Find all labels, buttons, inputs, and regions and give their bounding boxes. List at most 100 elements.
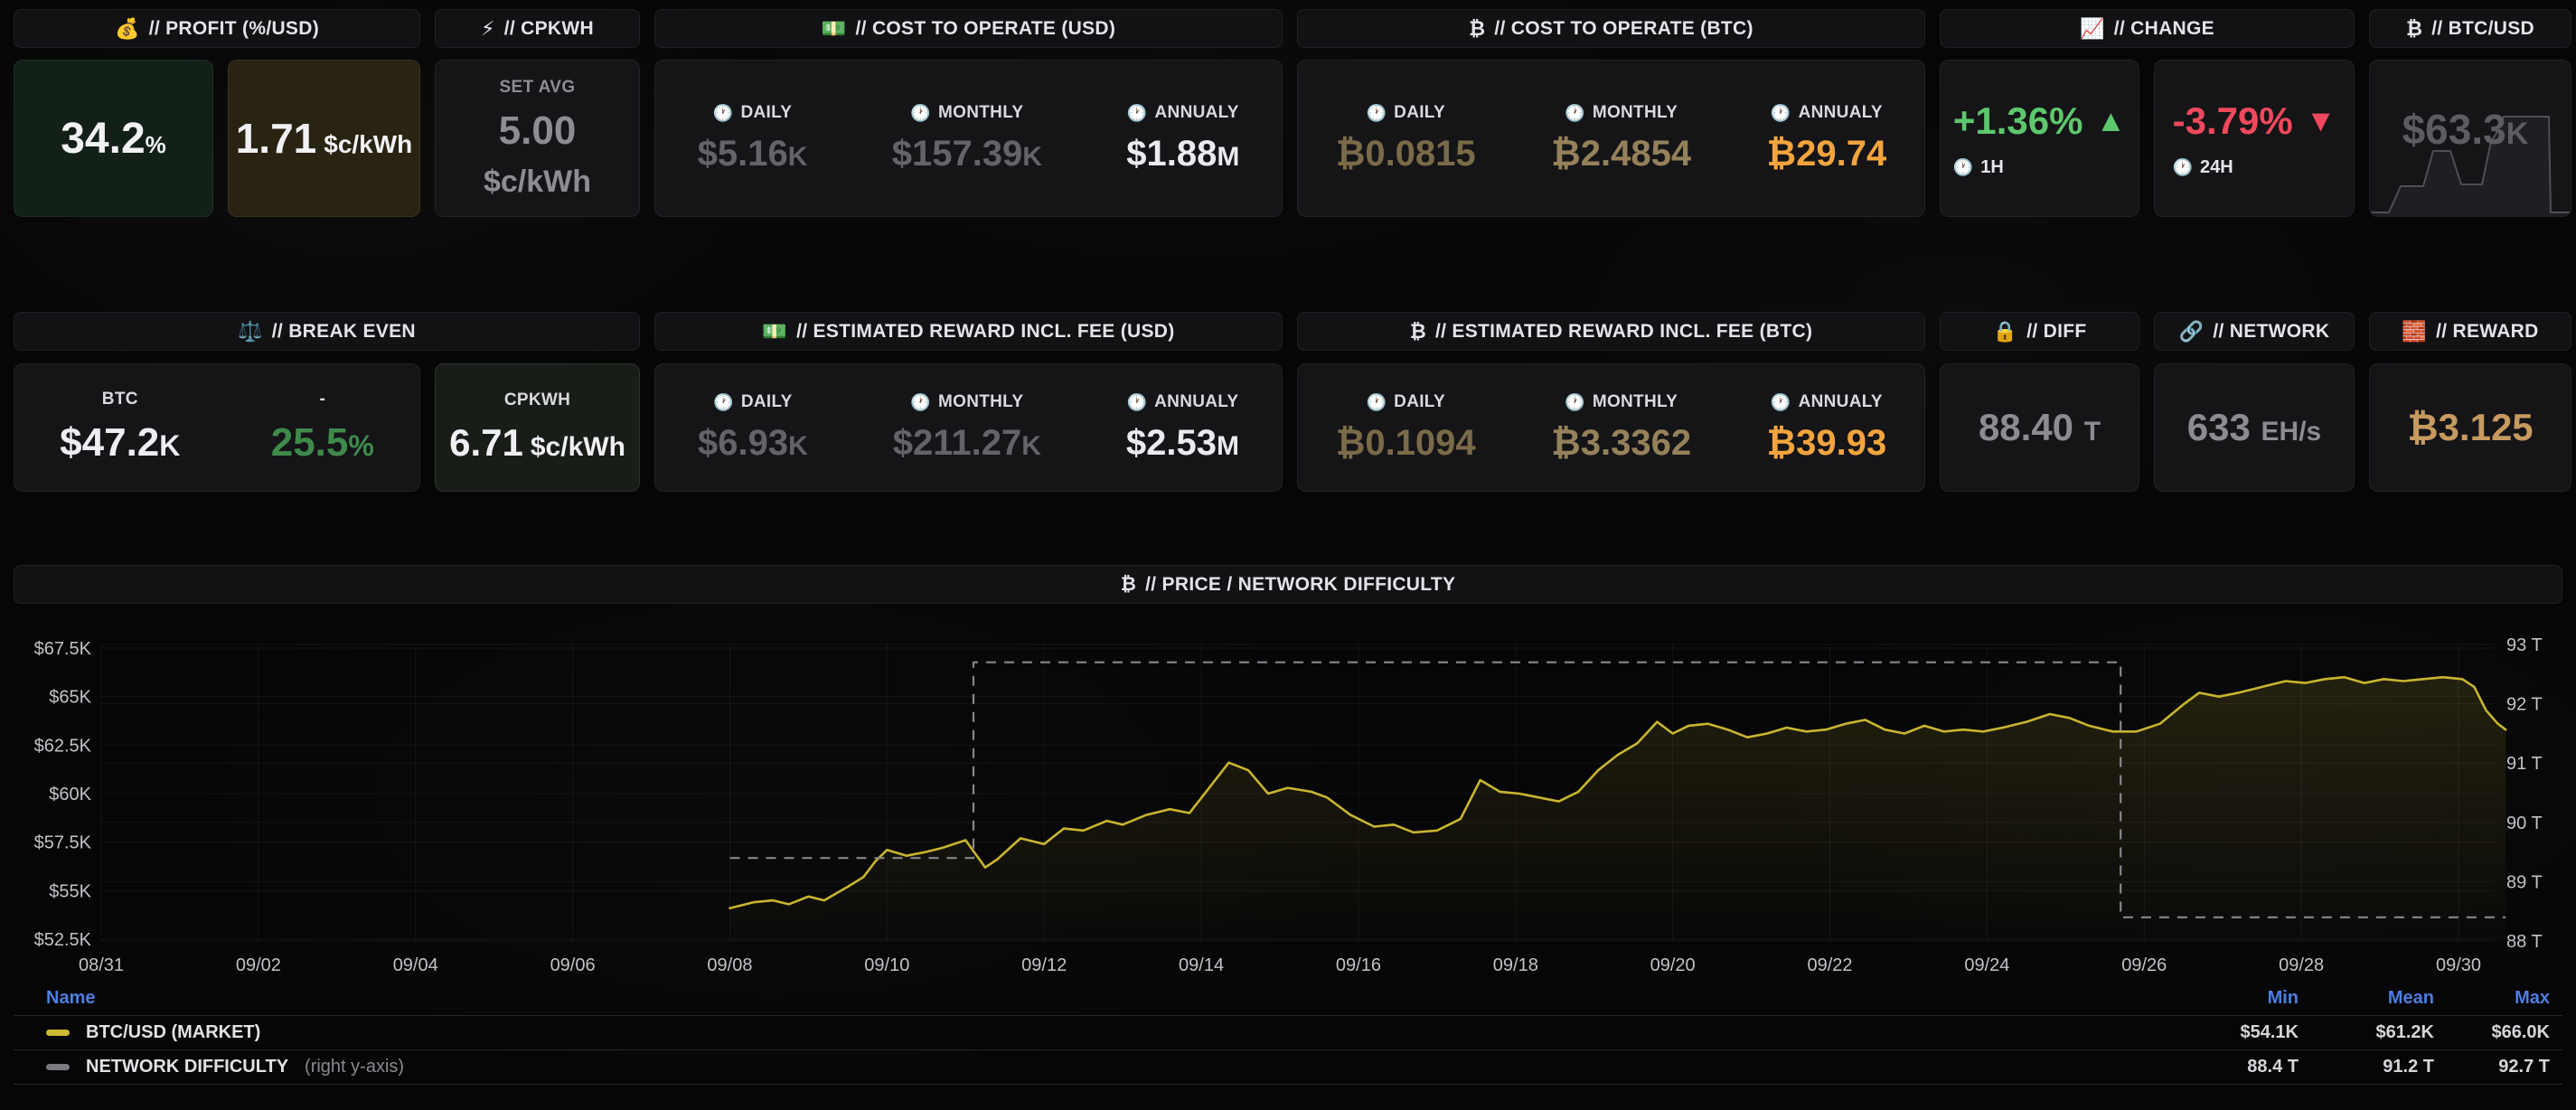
cost-btc-annualy-value: ₿29.74 [1767,134,1887,174]
chart-legend-table: Name Min Mean Max BTC/USD (MARKET) $54.1… [14,982,2562,1085]
breakeven-btc: BTC $47.2K [60,390,180,466]
diff-card: 88.40 T [1940,363,2139,492]
chart-header-label: // PRICE / NETWORK DIFFICULTY [1145,574,1455,596]
left-axis-tick: $52.5K [34,930,92,950]
link-icon: 🔗 [2179,322,2205,342]
set-avg-value: 5.00 [499,108,577,154]
balance-scale-icon: ⚖️ [238,322,263,342]
left-axis-tick: $57.5K [34,833,92,853]
price-difficulty-chart[interactable]: $67.5K$65K$62.5K$60K$57.5K$55K$52.5K93 T… [14,613,2562,976]
profit-cpkwh-card: 1.71$c/kWh [228,60,420,217]
cost-btc-daily: 🕐DAILY ₿0.0815 [1336,103,1476,174]
network-value: 633 EH/s [2187,406,2321,449]
series-color-swatch [46,1064,70,1070]
x-axis-tick: 09/02 [236,955,281,975]
legend-name-header: Name [46,988,2163,1009]
diff-header-bar: 🔒 // DIFF [1940,312,2139,351]
brick-icon: 🧱 [2402,322,2427,342]
right-axis-tick: 90 T [2506,814,2543,833]
lightning-icon: ⚡ [481,19,495,39]
set-avg-cpkwh-card: SET AVG 5.00 $c/kWh [435,60,640,217]
set-avg-label: SET AVG [499,78,575,98]
legend-max-value: 92.7 T [2434,1057,2550,1077]
network-header-bar: 🔗 // NETWORK [2154,312,2355,351]
est-usd-monthly-value: $211.27K [893,423,1041,464]
profit-header-bar: 💰 // PROFIT (%/USD) [14,9,420,48]
breakeven-cpkwh-card: CPKWH 6.71$c/kWh [435,363,640,492]
cost-usd-header-label: // COST TO OPERATE (USD) [856,18,1116,40]
clock-icon: 🕐 [713,394,734,410]
legend-min-header: Min [2163,988,2299,1009]
est-usd-header-bar: 💵 // ESTIMATED REWARD INCL. FEE (USD) [654,312,1283,351]
x-axis-tick: 09/26 [2121,955,2167,975]
change-24h-card: -3.79%▼ 🕐24H [2154,60,2355,217]
left-axis-tick: $60K [49,785,91,804]
row1-cards: 34.2% 1.71$c/kWh SET AVG 5.00 $c/kWh 🕐DA… [14,60,2571,217]
cost-usd-daily: 🕐DAILY $5.16K [698,103,808,174]
est-usd-daily-value: $6.93K [698,423,808,464]
est-btc-daily-value: ₿0.1094 [1336,423,1476,464]
chart-increasing-icon: 📈 [2080,19,2105,39]
reward-card: ₿3.125 [2369,363,2571,492]
cost-usd-card: 🕐DAILY $5.16K 🕐MONTHLY $157.39K 🕐ANNUALY… [654,60,1283,217]
clock-icon: 🕐 [910,394,931,410]
right-axis-tick: 88 T [2506,932,2543,952]
change-1h-card: +1.36%▲ 🕐1H [1940,60,2139,217]
cpkwh-header-bar: ⚡ // CPKWH [435,9,640,48]
bitcoin-symbol-icon: ₿ [1410,322,1426,342]
x-axis-tick: 09/06 [550,955,596,975]
row2-cards: BTC $47.2K - 25.5% CPKWH 6.71$c/kWh 🕐DAI… [14,363,2571,492]
dollar-banknote-icon: 💵 [762,322,787,342]
x-axis-tick: 09/12 [1021,955,1067,975]
clock-icon: 🕐 [1771,105,1791,121]
legend-row-btcusd[interactable]: BTC/USD (MARKET) $54.1K $61.2K $66.0K [14,1016,2562,1050]
left-axis-tick: $62.5K [34,736,92,756]
est-btc-header-bar: ₿ // ESTIMATED REWARD INCL. FEE (BTC) [1297,312,1925,351]
cost-btc-monthly-value: ₿2.4854 [1551,134,1691,174]
est-btc-card: 🕐DAILY ₿0.1094 🕐MONTHLY ₿3.3362 🕐ANNUALY… [1297,363,1925,492]
reward-value: ₿3.125 [2407,406,2533,449]
change-1h-value: +1.36%▲ [1953,99,2126,143]
row1-headers: 💰 // PROFIT (%/USD) ⚡ // CPKWH 💵 // COST… [14,9,2571,48]
clock-icon: 🕐 [1771,394,1791,410]
legend-row-difficulty[interactable]: NETWORK DIFFICULTY (right y-axis) 88.4 T… [14,1050,2562,1085]
bitcoin-symbol-icon: ₿ [1121,575,1136,594]
change-header-bar: 📈 // CHANGE [1940,9,2355,48]
left-axis-tick: $67.5K [34,639,92,659]
cost-btc-annualy: 🕐ANNUALY ₿29.74 [1767,103,1887,174]
btcusd-header-label: // BTC/USD [2431,18,2534,40]
money-bag-icon: 💰 [115,19,140,39]
clock-icon: 🕐 [1366,394,1387,410]
clock-icon: 🕐 [1565,394,1585,410]
clock-icon: 🕐 [1565,105,1585,121]
clock-icon: 🕐 [2173,159,2193,175]
mining-dashboard: 💰 // PROFIT (%/USD) ⚡ // CPKWH 💵 // COST… [0,0,2576,1110]
x-axis-tick: 09/22 [1808,955,1853,975]
breakeven-btc-value: $47.2K [60,420,180,466]
breakeven-cpkwh-label: CPKWH [504,390,570,410]
x-axis-tick: 09/20 [1650,955,1696,975]
cost-usd-header-bar: 💵 // COST TO OPERATE (USD) [654,9,1283,48]
cost-usd-daily-value: $5.16K [698,134,808,174]
x-axis-tick: 09/10 [864,955,909,975]
est-btc-monthly-value: ₿3.3362 [1551,423,1691,464]
down-triangle-icon: ▼ [2306,106,2336,136]
right-axis-tick: 91 T [2506,754,2543,774]
clock-icon: 🕐 [1127,105,1148,121]
network-card: 633 EH/s [2154,363,2355,492]
cost-btc-daily-value: ₿0.0815 [1336,134,1476,174]
price-area-fill [730,677,2506,941]
profit-percent-value: 34.2% [61,114,166,164]
cost-usd-annualy: 🕐ANNUALY $1.88M [1126,103,1239,174]
lock-icon: 🔒 [1993,322,2018,342]
legend-series-name: BTC/USD (MARKET) [86,1022,260,1043]
change-24h-label: 🕐24H [2173,157,2233,178]
bitcoin-symbol-icon: ₿ [2406,19,2422,39]
est-usd-card: 🕐DAILY $6.93K 🕐MONTHLY $211.27K 🕐ANNUALY… [654,363,1283,492]
legend-mean-value: $61.2K [2299,1022,2434,1043]
cost-btc-card: 🕐DAILY ₿0.0815 🕐MONTHLY ₿2.4854 🕐ANNUALY… [1297,60,1925,217]
breakeven-header-label: // BREAK EVEN [272,321,416,343]
diff-value: 88.40 T [1979,406,2101,449]
breakeven-pct: - 25.5% [271,390,374,466]
legend-mean-value: 91.2 T [2299,1057,2434,1077]
